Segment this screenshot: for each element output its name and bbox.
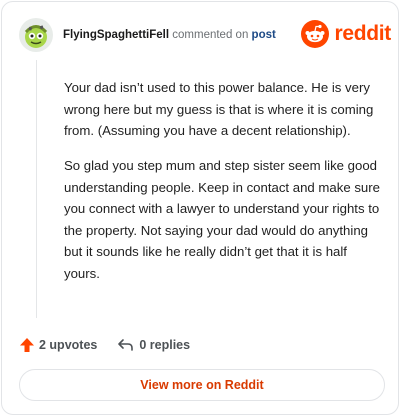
comment-paragraph: So glad you step mum and step sister see… (64, 158, 380, 281)
thread-line (36, 60, 37, 318)
upvotes-button[interactable]: 2 upvotes (19, 337, 97, 353)
replies-label: 0 replies (139, 338, 191, 352)
author-name[interactable]: FlyingSpaghettiFell (63, 29, 169, 41)
user-avatar[interactable] (19, 18, 53, 52)
post-link[interactable]: post (252, 29, 276, 41)
upvote-arrow-icon (20, 338, 34, 352)
comment-paragraph: Your dad isn’t used to this power balanc… (64, 80, 374, 138)
comment-actions: 2 upvotes 0 replies (19, 336, 190, 354)
reply-arrow-icon (118, 339, 134, 351)
reddit-snoo-icon (301, 20, 330, 48)
replies-button[interactable]: 0 replies (117, 337, 190, 353)
commented-on-text: commented on (172, 29, 249, 41)
reddit-logo[interactable]: reddit (301, 18, 391, 50)
comment-embed-card: FlyingSpaghettiFell commented on post re… (1, 1, 399, 415)
reddit-wordmark: reddit (334, 22, 391, 45)
upvotes-label: 2 upvotes (39, 338, 98, 352)
comment-body: Your dad isn’t used to this power balanc… (64, 77, 382, 298)
comment-header: FlyingSpaghettiFell commented on post re… (19, 18, 391, 52)
comment-byline: FlyingSpaghettiFell commented on post (63, 28, 276, 42)
view-more-on-reddit-button[interactable]: View more on Reddit (19, 369, 385, 401)
